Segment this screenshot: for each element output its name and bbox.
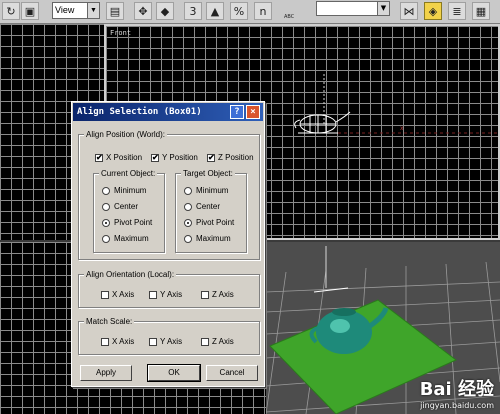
- percent-snap-icon[interactable]: %: [230, 2, 248, 20]
- radio-circle: [102, 234, 110, 243]
- layers-icon[interactable]: ≣: [448, 2, 466, 20]
- current-minimum-radio[interactable]: Minimum: [102, 186, 146, 195]
- percent-snap-label: %: [233, 4, 245, 18]
- checkbox-label: Z Axis: [212, 337, 234, 346]
- abc-label: ABC: [284, 14, 295, 20]
- ok-button[interactable]: OK: [147, 364, 201, 382]
- color-swatch-icon[interactable]: ▤: [106, 2, 124, 20]
- chevron-down-icon: ▼: [87, 3, 99, 18]
- named-selection-set-select[interactable]: ▼: [316, 1, 390, 16]
- teapot-wireframe: [294, 111, 351, 134]
- checkbox-label: X Axis: [112, 337, 135, 346]
- x-position-checkbox[interactable]: ✔ X Position: [95, 153, 142, 162]
- curve-editor-icon[interactable]: ▦: [472, 2, 490, 20]
- select-box-icon[interactable]: ▣: [21, 2, 39, 20]
- checkbox-box: [101, 290, 109, 299]
- radio-label: Center: [114, 202, 139, 211]
- watermark-url: jingyan.baidu.com: [420, 401, 494, 410]
- scale-z-axis-checkbox[interactable]: Z Axis: [201, 337, 234, 346]
- align-position-group: Align Position (World): ✔ X Position ✔ Y…: [78, 130, 260, 260]
- checkbox-box: [201, 337, 209, 346]
- radio-label: Pivot Point: [114, 218, 153, 227]
- chevron-down-icon: ▼: [377, 2, 389, 15]
- radio-circle-selected: [184, 218, 192, 227]
- help-button[interactable]: ?: [230, 105, 244, 119]
- spinner-snap-label: n: [259, 4, 267, 18]
- orientation-z-axis-checkbox[interactable]: Z Axis: [201, 290, 234, 299]
- target-minimum-radio[interactable]: Minimum: [184, 186, 228, 195]
- checkbox-label: Z Axis: [212, 290, 234, 299]
- radio-circle: [184, 186, 192, 195]
- checkbox-box: ✔: [151, 152, 159, 162]
- radio-label: Pivot Point: [196, 218, 235, 227]
- y-position-checkbox[interactable]: ✔ Y Position: [151, 153, 198, 162]
- manipulate-cube-icon[interactable]: ◆: [156, 2, 174, 20]
- baidu-watermark: Bai 经验 jingyan.baidu.com: [420, 375, 494, 410]
- radio-label: Maximum: [114, 234, 149, 243]
- checkbox-label: Y Axis: [160, 290, 183, 299]
- cancel-button[interactable]: Cancel: [206, 365, 258, 381]
- checkbox-box: [149, 290, 157, 299]
- align-icon[interactable]: ◈: [424, 2, 442, 20]
- radio-label: Minimum: [114, 186, 147, 195]
- checkbox-label: X Axis: [112, 290, 135, 299]
- target-pivot-point-radio[interactable]: Pivot Point: [184, 218, 234, 227]
- radio-circle: [102, 202, 110, 211]
- apply-button[interactable]: Apply: [80, 365, 132, 381]
- angle-snap-label: 3: [189, 4, 197, 18]
- checkbox-label: Y Position: [162, 153, 198, 162]
- orientation-x-axis-checkbox[interactable]: X Axis: [101, 290, 134, 299]
- radio-label: Minimum: [196, 186, 229, 195]
- scale-y-axis-checkbox[interactable]: Y Axis: [149, 337, 182, 346]
- reference-coordinate-select[interactable]: View ▼: [52, 2, 100, 19]
- checkbox-box: [101, 337, 109, 346]
- radio-label: Maximum: [196, 234, 231, 243]
- view-select-value: View: [55, 5, 75, 15]
- current-object-legend: Current Object:: [99, 169, 158, 178]
- current-object-group: Current Object: Minimum Center Pivot Poi…: [93, 169, 165, 253]
- main-toolbar: ↻ ▣ View ▼ ▤ ✥ ◆ 3 ▲ % n ABC ▼ ⋈ ◈ ≣ ▦: [0, 0, 500, 24]
- mirror-icon[interactable]: ⋈: [400, 2, 418, 20]
- radio-circle: [184, 202, 192, 211]
- angle-snap-icon[interactable]: 3: [184, 2, 202, 20]
- undo-arrow-icon[interactable]: ↻: [2, 2, 20, 20]
- current-maximum-radio[interactable]: Maximum: [102, 234, 149, 243]
- current-center-radio[interactable]: Center: [102, 202, 138, 211]
- dialog-title: Align Selection (Box01): [77, 107, 202, 117]
- match-scale-legend: Match Scale:: [84, 317, 135, 326]
- radio-circle-selected: [102, 218, 110, 227]
- checkbox-box: [149, 337, 157, 346]
- checkbox-label: Z Position: [218, 153, 254, 162]
- close-button[interactable]: ×: [246, 105, 260, 119]
- align-selection-dialog: Align Selection (Box01) ? × Align Positi…: [71, 101, 265, 387]
- match-scale-group: Match Scale: X Axis Y Axis Z Axis: [78, 317, 260, 355]
- target-object-legend: Target Object:: [181, 169, 235, 178]
- watermark-brand: Bai 经验: [419, 379, 494, 400]
- checkbox-label: Y Axis: [160, 337, 183, 346]
- target-center-radio[interactable]: Center: [184, 202, 220, 211]
- radio-circle: [102, 186, 110, 195]
- align-position-legend: Align Position (World):: [84, 130, 167, 139]
- radio-label: Center: [196, 202, 221, 211]
- scale-x-axis-checkbox[interactable]: X Axis: [101, 337, 134, 346]
- checkbox-box: ✔: [207, 152, 215, 162]
- move-pivot-icon[interactable]: ✥: [134, 2, 152, 20]
- current-pivot-point-radio[interactable]: Pivot Point: [102, 218, 152, 227]
- checkbox-box: [201, 290, 209, 299]
- axis-tick: x: [400, 125, 404, 132]
- spinner-snap-icon[interactable]: n: [254, 2, 272, 20]
- z-position-checkbox[interactable]: ✔ Z Position: [207, 153, 254, 162]
- dialog-titlebar[interactable]: Align Selection (Box01) ? ×: [73, 103, 263, 121]
- checkbox-box: ✔: [95, 152, 103, 162]
- radio-circle: [184, 234, 192, 243]
- target-object-group: Target Object: Minimum Center Pivot Poin…: [175, 169, 247, 253]
- align-orientation-group: Align Orientation (Local): X Axis Y Axis…: [78, 270, 260, 308]
- checkbox-label: X Position: [106, 153, 143, 162]
- triangle-snap-icon[interactable]: ▲: [206, 2, 224, 20]
- align-orientation-legend: Align Orientation (Local):: [84, 270, 177, 279]
- target-maximum-radio[interactable]: Maximum: [184, 234, 231, 243]
- orientation-y-axis-checkbox[interactable]: Y Axis: [149, 290, 182, 299]
